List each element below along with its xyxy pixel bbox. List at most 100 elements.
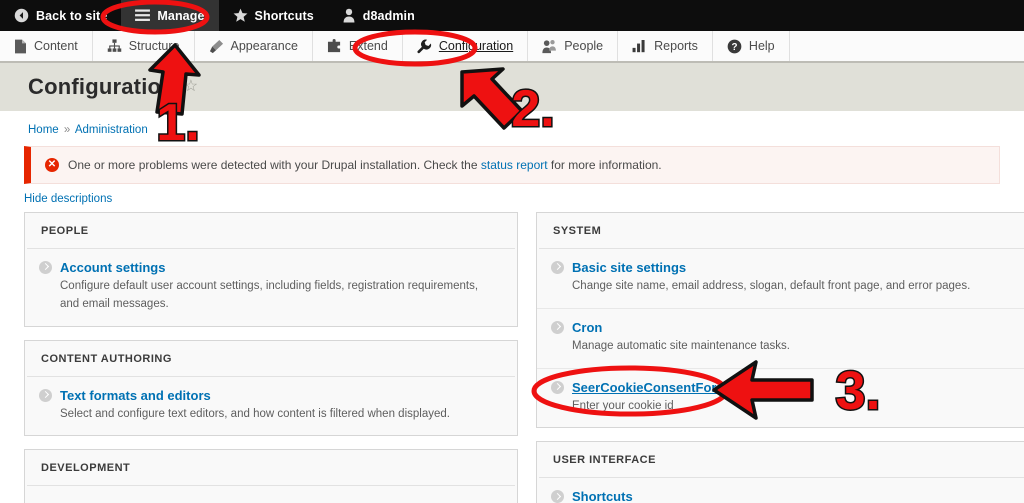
page-title: Configuration	[28, 74, 175, 99]
admin-bar-label: Manage	[157, 8, 205, 23]
admin-bar-item-manage[interactable]: Manage	[121, 0, 219, 31]
error-message-text: One or more problems were detected with …	[68, 158, 662, 172]
menu-item-appearance[interactable]: Appearance	[195, 31, 313, 61]
status-report-link[interactable]: status report	[481, 158, 548, 172]
chevron-right-icon	[39, 261, 52, 274]
wrench-icon	[417, 39, 432, 54]
paintbrush-icon	[209, 39, 224, 54]
panel-content-authoring: CONTENT AUTHORING Text formats and edito…	[24, 339, 518, 437]
config-link-shortcuts[interactable]: Shortcuts	[572, 489, 633, 503]
sitemap-icon	[107, 39, 122, 53]
config-item-head[interactable]: Cron	[551, 320, 1015, 335]
menu-item-content[interactable]: Content	[0, 31, 93, 61]
user-icon	[342, 8, 356, 23]
menu-item-reports[interactable]: Reports	[618, 31, 713, 61]
config-item: Shortcuts	[537, 478, 1024, 503]
menu-item-label: Content	[34, 39, 78, 53]
admin-toolbar: Back to site Manage Shortcuts d8admin	[0, 0, 1024, 31]
panel-body: Basic site settings Change site name, em…	[537, 249, 1024, 427]
breadcrumb-link-administration[interactable]: Administration	[75, 124, 148, 136]
hide-descriptions-link[interactable]: Hide descriptions	[24, 193, 112, 205]
messages-region: ✕ One or more problems were detected wit…	[0, 146, 1024, 184]
page-title-band: Configuration ☆	[0, 63, 1024, 111]
config-item: Account settings Configure default user …	[25, 249, 517, 326]
star-icon	[233, 8, 248, 23]
admin-bar-label: d8admin	[362, 8, 415, 23]
panel-body: Account settings Configure default user …	[25, 249, 517, 326]
error-message: ✕ One or more problems were detected wit…	[24, 146, 1000, 184]
menu-item-label: Structure	[128, 39, 180, 53]
puzzle-icon	[327, 39, 342, 53]
panel-people: PEOPLE Account settings Configure defaul…	[24, 212, 518, 327]
config-link-text-formats-and-editors[interactable]: Text formats and editors	[60, 388, 211, 403]
menu-item-extend[interactable]: Extend	[313, 31, 403, 61]
menu-item-label: Extend	[348, 39, 388, 53]
breadcrumb-link-home[interactable]: Home	[28, 124, 59, 136]
config-item-description: Select and configure text editors, and h…	[60, 407, 450, 420]
error-text-before: One or more problems were detected with …	[68, 158, 481, 172]
config-link-account-settings[interactable]: Account settings	[60, 260, 165, 275]
panel-title: PEOPLE	[27, 213, 515, 249]
config-item-description: Configure default user account settings,…	[60, 280, 479, 310]
panel-body: Shortcuts	[537, 478, 1024, 503]
menu-item-label: People	[564, 39, 604, 53]
menu-item-label: Appearance	[230, 39, 298, 53]
hide-descriptions-row: Hide descriptions	[0, 184, 1024, 212]
chevron-right-icon	[551, 320, 564, 334]
menu-item-label: Configuration	[438, 39, 514, 53]
panel-title: USER INTERFACE	[539, 442, 1024, 479]
panel-title: DEVELOPMENT	[27, 450, 515, 487]
screenshot-root: Back to site Manage Shortcuts d8admin Co…	[0, 0, 1024, 503]
error-text-after: for more information.	[547, 158, 662, 172]
chevron-right-icon	[551, 490, 564, 503]
config-item: Text formats and editors Select and conf…	[25, 377, 517, 436]
back-arrow-icon	[14, 8, 29, 23]
menu-bar-spacer	[790, 31, 1024, 61]
menu-item-configuration[interactable]: Configuration	[403, 31, 529, 61]
hamburger-icon	[135, 9, 151, 22]
config-link-basic-site-settings[interactable]: Basic site settings	[572, 260, 686, 275]
admin-menu-bar: Content Structure Appearance Extend Conf…	[0, 31, 1024, 63]
panel-system: SYSTEM Basic site settings Change site n…	[536, 212, 1024, 429]
right-column: SYSTEM Basic site settings Change site n…	[536, 212, 1024, 503]
panel-development: DEVELOPMENT	[24, 449, 518, 503]
error-icon: ✕	[45, 158, 59, 172]
admin-bar-item-back-to-site[interactable]: Back to site	[0, 0, 121, 31]
svg-text:?: ?	[731, 42, 737, 53]
menu-item-label: Help	[748, 39, 775, 53]
config-item-head[interactable]: SeerCookieConsentForm	[551, 380, 1015, 395]
config-item: Basic site settings Change site name, em…	[537, 249, 1024, 309]
menu-item-label: Reports	[654, 39, 698, 53]
config-item-description: Manage automatic site maintenance tasks.	[572, 339, 790, 352]
breadcrumb: Home » Administration	[0, 111, 1024, 146]
config-link-seer-cookie-consent-form[interactable]: SeerCookieConsentForm	[572, 380, 728, 395]
panel-body: Text formats and editors Select and conf…	[25, 377, 517, 436]
menu-item-help[interactable]: ? Help	[713, 31, 790, 61]
admin-bar-item-shortcuts[interactable]: Shortcuts	[219, 0, 328, 31]
config-item: Cron Manage automatic site maintenance t…	[537, 309, 1024, 369]
panel-user-interface: USER INTERFACE Shortcuts	[536, 441, 1024, 503]
admin-bar-label: Back to site	[36, 8, 108, 23]
config-item-head[interactable]: Basic site settings	[551, 260, 1015, 275]
favorite-star-icon[interactable]: ☆	[184, 79, 198, 95]
breadcrumb-separator: »	[63, 124, 71, 136]
config-link-cron[interactable]: Cron	[572, 320, 602, 335]
config-item-head[interactable]: Text formats and editors	[39, 388, 503, 403]
chevron-right-icon	[551, 380, 564, 394]
people-icon	[542, 39, 557, 54]
admin-bar-item-user[interactable]: d8admin	[328, 0, 429, 31]
menu-item-structure[interactable]: Structure	[93, 31, 195, 61]
config-item-head[interactable]: Account settings	[39, 260, 503, 275]
config-item: SeerCookieConsentForm Enter your cookie …	[537, 369, 1024, 428]
config-item-description: Enter your cookie id	[572, 399, 674, 412]
bar-chart-icon	[632, 39, 647, 53]
left-column: PEOPLE Account settings Configure defaul…	[24, 212, 518, 503]
configuration-columns: PEOPLE Account settings Configure defaul…	[0, 212, 1024, 503]
config-item-head[interactable]: Shortcuts	[551, 489, 1015, 503]
menu-item-people[interactable]: People	[528, 31, 619, 61]
config-item-description: Change site name, email address, slogan,…	[572, 280, 971, 292]
chevron-right-icon	[551, 261, 564, 274]
panel-title: CONTENT AUTHORING	[27, 341, 515, 377]
admin-bar-label: Shortcuts	[254, 8, 314, 23]
panel-title: SYSTEM	[539, 213, 1024, 249]
